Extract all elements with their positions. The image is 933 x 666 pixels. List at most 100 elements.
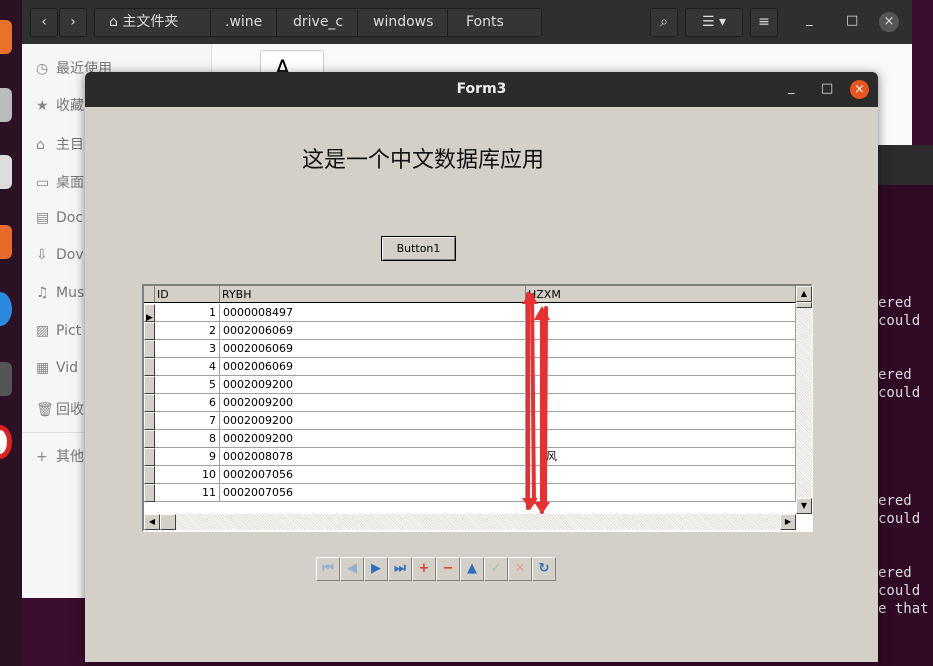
row-indicator[interactable] [144, 376, 155, 394]
cell-id[interactable]: 6 [155, 394, 220, 412]
scroll-down-icon[interactable]: ▼ [796, 498, 812, 514]
row-indicator[interactable] [144, 358, 155, 376]
row-indicator[interactable] [144, 412, 155, 430]
files-icon[interactable] [0, 88, 12, 122]
cell-hzxm[interactable] [526, 322, 796, 340]
nav-insert-button[interactable]: + [412, 557, 436, 581]
sidebar-item-documents[interactable]: ▤ Doc [36, 210, 83, 226]
nav-last-button[interactable]: ⏭ [388, 557, 412, 581]
data-grid[interactable]: ID RYBH HZXM ▶ 1 0000008497 2 0002006069… [142, 284, 813, 532]
maximize-icon[interactable]: □ [846, 13, 858, 28]
cell-rybh[interactable]: 0002009200 [220, 430, 526, 448]
cell-id[interactable]: 7 [155, 412, 220, 430]
row-indicator[interactable] [144, 430, 155, 448]
cell-hzxm[interactable] [526, 466, 796, 484]
nav-edit-button[interactable]: ▲ [460, 557, 484, 581]
software-icon[interactable] [0, 225, 12, 259]
table-row[interactable]: 3 0002006069 [144, 340, 796, 358]
row-indicator[interactable]: ▶ [144, 304, 155, 323]
cell-rybh[interactable]: 0002009200 [220, 376, 526, 394]
minimize-icon[interactable]: _ [806, 12, 813, 27]
table-row[interactable]: ▶ 1 0000008497 [144, 304, 796, 323]
nav-first-button[interactable]: ⏮ [316, 557, 340, 581]
scroll-left-icon[interactable]: ◀ [144, 514, 160, 530]
nav-cancel-button[interactable]: ✕ [508, 557, 532, 581]
forward-button[interactable]: › [59, 8, 87, 37]
nav-next-button[interactable]: ▶ [364, 557, 388, 581]
table-row[interactable]: 10 0002007056 [144, 466, 796, 484]
app-icon[interactable] [0, 155, 12, 189]
cell-id[interactable]: 8 [155, 430, 220, 448]
cell-hzxm[interactable] [526, 358, 796, 376]
minimize-icon[interactable]: _ [788, 80, 795, 95]
back-button[interactable]: ‹ [30, 8, 58, 37]
breadcrumb-drive-c[interactable]: drive_c [279, 9, 359, 36]
sidebar-item-trash[interactable]: 🗑 回收 [36, 399, 84, 419]
sidebar-item-downloads[interactable]: ⇩ Dov [36, 247, 84, 263]
vertical-scrollbar[interactable]: ▲ ▼ [796, 286, 812, 514]
search-icon[interactable]: ⌕ [650, 8, 678, 37]
cell-hzxm[interactable] [526, 340, 796, 358]
cell-id[interactable]: 11 [155, 484, 220, 502]
cell-hzxm[interactable] [526, 484, 796, 502]
cell-id[interactable]: 4 [155, 358, 220, 376]
row-indicator[interactable] [144, 484, 155, 502]
sidebar-item-pictures[interactable]: ▨ Pict [36, 323, 81, 339]
nav-delete-button[interactable]: − [436, 557, 460, 581]
nav-prior-button[interactable]: ◀ [340, 557, 364, 581]
table-row[interactable]: 9 0002008078 风 [144, 448, 796, 466]
scroll-thumb[interactable] [160, 514, 176, 530]
cell-id[interactable]: 3 [155, 340, 220, 358]
breadcrumb-wine[interactable]: .wine [211, 9, 278, 36]
terminal-icon[interactable] [0, 362, 12, 396]
sidebar-item-desktop[interactable]: ▭ 桌面 [36, 172, 84, 192]
breadcrumb-fonts[interactable]: Fonts [452, 9, 518, 36]
cell-rybh[interactable]: 0002009200 [220, 412, 526, 430]
cell-id[interactable]: 2 [155, 322, 220, 340]
table-row[interactable]: 4 0002006069 [144, 358, 796, 376]
row-indicator[interactable] [144, 448, 155, 466]
sidebar-item-videos[interactable]: ▦ Vid [36, 360, 78, 376]
nav-refresh-button[interactable]: ↻ [532, 557, 556, 581]
cell-id[interactable]: 9 [155, 448, 220, 466]
cell-rybh[interactable]: 0002009200 [220, 394, 526, 412]
row-indicator[interactable] [144, 394, 155, 412]
close-icon[interactable]: × [850, 80, 869, 99]
nav-post-button[interactable]: ✓ [484, 557, 508, 581]
cell-hzxm[interactable] [526, 304, 796, 322]
sidebar-item-home[interactable]: ⌂ 主目 [36, 134, 84, 154]
table-row[interactable]: 7 0002009200 [144, 412, 796, 430]
cell-id[interactable]: 10 [155, 466, 220, 484]
cell-id[interactable]: 1 [155, 304, 220, 322]
help-icon[interactable] [0, 425, 12, 459]
cell-rybh[interactable]: 0000008497 [220, 304, 526, 322]
cell-hzxm[interactable] [526, 394, 796, 412]
maximize-icon[interactable]: □ [821, 81, 833, 96]
scroll-right-icon[interactable]: ▶ [780, 514, 796, 530]
cell-hzxm[interactable] [526, 412, 796, 430]
cell-rybh[interactable]: 0002007056 [220, 466, 526, 484]
scroll-thumb[interactable] [796, 302, 812, 308]
row-indicator[interactable] [144, 322, 155, 340]
cell-rybh[interactable]: 0002006069 [220, 340, 526, 358]
column-header-id[interactable]: ID [155, 286, 220, 303]
scroll-up-icon[interactable]: ▲ [796, 286, 812, 302]
view-options-button[interactable]: ☰ ▾ [685, 8, 743, 37]
button1[interactable]: Button1 [381, 236, 456, 261]
table-row[interactable]: 11 0002007056 [144, 484, 796, 502]
row-indicator[interactable] [144, 466, 155, 484]
column-header-rybh[interactable]: RYBH [220, 286, 526, 303]
sidebar-item-other-locations[interactable]: + 其他 [36, 446, 84, 466]
menu-icon[interactable]: ≡ [750, 8, 778, 37]
table-row[interactable]: 2 0002006069 [144, 322, 796, 340]
close-icon[interactable]: × [879, 12, 899, 32]
horizontal-scrollbar[interactable]: ◀ ▶ [144, 514, 796, 530]
cell-rybh[interactable]: 0002006069 [220, 358, 526, 376]
app-icon[interactable] [0, 292, 12, 326]
breadcrumb-windows[interactable]: windows [359, 9, 449, 36]
cell-rybh[interactable]: 0002006069 [220, 322, 526, 340]
cell-rybh[interactable]: 0002008078 [220, 448, 526, 466]
sidebar-item-music[interactable]: ♫ Mus [36, 285, 84, 301]
cell-hzxm[interactable] [526, 430, 796, 448]
cell-hzxm[interactable] [526, 376, 796, 394]
